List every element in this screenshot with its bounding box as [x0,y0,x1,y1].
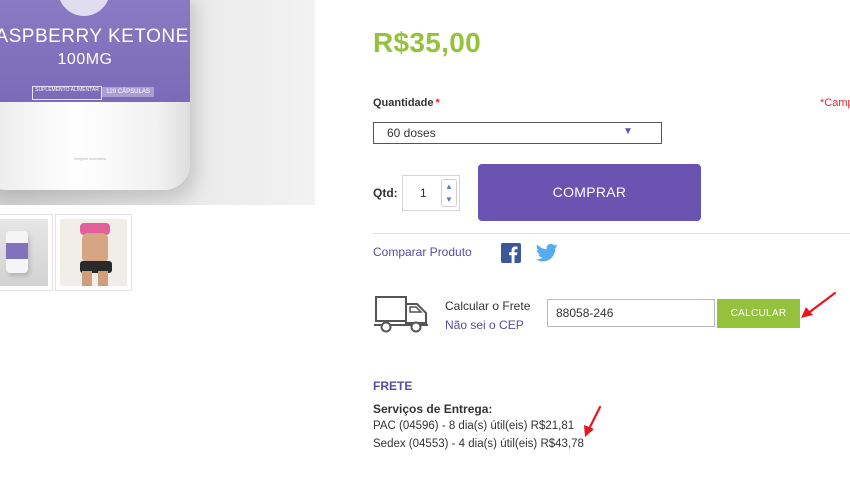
bottle-product-name: RASPBERRY KETONE [0,26,189,47]
twitter-icon[interactable] [535,243,558,263]
mini-bottle-shape [6,231,28,273]
required-fields-note: *Camp [820,97,850,109]
calculate-shipping-label: Calcular o Frete [445,299,531,313]
product-price: R$35,00 [373,27,481,58]
shipping-service-row: PAC (04596) - 8 dia(s) útil(eis) R$21,81 [373,420,575,432]
bottle-label: RASPBERRY KETONE 100MG SUPLEMENTO ALIMEN… [0,0,190,102]
qtd-label: Qtd: [373,186,398,200]
cep-input-value: 88058-246 [556,306,614,320]
thumbnail-bottle-image [0,219,48,286]
thumbnail-model[interactable] [55,214,132,291]
dropdown-arrow-icon: ▼ [623,126,633,137]
thumbnail-bottle[interactable] [0,214,53,291]
model-leg [98,271,108,286]
frete-title: FRETE [373,379,413,393]
quantity-label: Quantidade * [373,97,440,109]
facebook-glyph [509,246,518,263]
delivery-services-title: Serviços de Entrega: [373,402,493,416]
quantity-select[interactable]: 60 doses ▼ [373,122,662,144]
bottle-fine-print: Imagem ilustrativa [73,156,107,161]
bottle-dose: 100MG [57,51,113,68]
qtd-stepper[interactable]: 1 ▲ ▼ [402,175,460,211]
calculate-button[interactable]: CALCULAR [717,299,800,328]
increment-arrow-icon[interactable]: ▲ [442,180,456,193]
facebook-icon[interactable] [501,243,521,263]
cep-input[interactable]: 88058-246 [547,299,715,327]
truck-glyph [374,296,428,333]
quantity-label-text: Quantidade [373,97,434,109]
bottle-sublabel: SUPLEMENTO ALIMENTAR [32,86,102,100]
compare-product-link[interactable]: Comparar Produto [373,245,472,259]
thumbnail-model-image [60,219,127,286]
product-main-image[interactable]: RASPBERRY KETONE 100MG SUPLEMENTO ALIMEN… [0,0,315,205]
supplement-bottle: RASPBERRY KETONE 100MG SUPLEMENTO ALIMEN… [0,0,190,190]
quantity-select-value: 60 doses [387,126,436,140]
red-arrow-annotation-icon [801,291,837,318]
divider [373,233,850,234]
unknown-cep-link[interactable]: Não sei o CEP [445,318,524,332]
qtd-value: 1 [420,186,427,200]
model-torso [82,233,108,263]
leaf-logo-icon [58,0,110,16]
qtd-spinner: ▲ ▼ [441,179,457,207]
decrement-arrow-icon[interactable]: ▼ [442,193,456,206]
shipping-service-row: Sedex (04553) - 4 dia(s) útil(eis) R$43,… [373,438,584,450]
bottle-capsule-count: 120 CÁPSULAS [102,87,154,97]
truck-icon [374,295,430,333]
model-leg [82,271,92,286]
twitter-glyph [535,243,558,262]
red-arrow-annotation-icon [584,405,602,437]
buy-button[interactable]: COMPRAR [478,164,701,221]
required-star: * [435,97,440,109]
